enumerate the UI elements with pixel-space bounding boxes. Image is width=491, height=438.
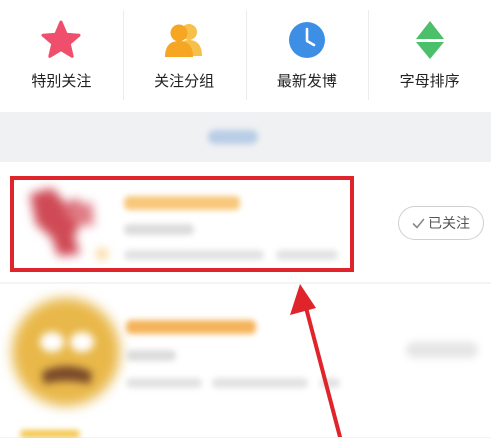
tab-follow-groups[interactable]: 关注分组 — [122, 0, 246, 112]
description-blurred — [126, 350, 176, 361]
star-icon — [41, 20, 81, 58]
emoji-face-icon — [40, 332, 94, 384]
meta-blurred-3 — [320, 378, 340, 388]
tab-alphabetical-sort[interactable]: 字母排序 — [368, 0, 491, 112]
tab-label: 关注分组 — [154, 72, 215, 90]
diamond-sort-icon — [415, 21, 444, 59]
filter-tab-bar: 特别关注 关注分组 最新发博 字母排序 — [0, 0, 491, 112]
section-header-text-blurred — [208, 130, 258, 144]
list-item[interactable] — [0, 284, 491, 438]
people-group-icon — [165, 24, 203, 57]
tab-special-follow[interactable]: 特别关注 — [0, 0, 123, 112]
follow-button-blurred[interactable] — [406, 342, 478, 358]
followed-button-label: 已关注 — [428, 216, 470, 232]
username-blurred — [126, 320, 256, 334]
clock-icon — [288, 22, 325, 58]
followed-button[interactable]: 已关注 — [398, 206, 484, 240]
tab-label: 字母排序 — [399, 72, 460, 90]
meta-blurred — [126, 378, 202, 388]
section-header — [0, 112, 491, 162]
tab-label: 特别关注 — [31, 72, 92, 90]
meta-blurred-2 — [212, 378, 308, 388]
tab-label: 最新发博 — [276, 72, 337, 90]
highlight-box — [10, 176, 354, 272]
tab-latest-posts[interactable]: 最新发博 — [245, 0, 369, 112]
check-icon — [412, 218, 425, 228]
